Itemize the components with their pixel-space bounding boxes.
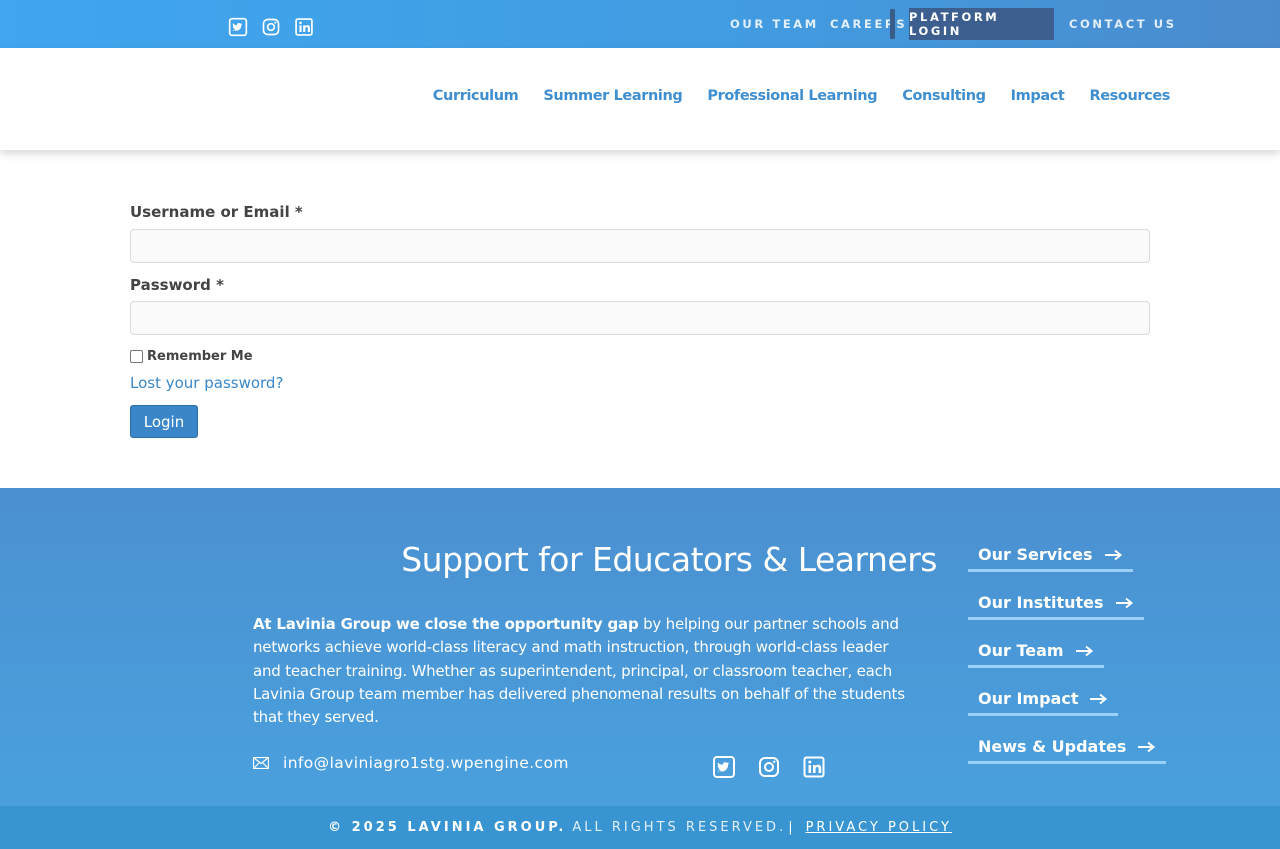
footer-intro-bold: At Lavinia Group we close the opportunit… (253, 615, 639, 633)
nav-item-summer-learning[interactable]: Summer Learning (543, 88, 682, 104)
footer-email-text: info@laviniagro1stg.wpengine.com (283, 754, 569, 772)
arrow-right-icon (1090, 693, 1108, 704)
top-social-links (228, 17, 314, 37)
remember-me-checkbox[interactable] (130, 350, 143, 363)
footer-link-label: Our Impact (978, 689, 1079, 708)
footer-link-label: Our Team (978, 641, 1064, 660)
username-label: Username or Email * (130, 203, 303, 221)
copyright-bar: © 2025 LAVINIA GROUP. ALL RIGHTS RESERVE… (0, 806, 1280, 849)
footer-link-our-team[interactable]: Our Team (968, 636, 1104, 668)
main-nav: Curriculum Summer Learning Professional … (433, 88, 1171, 104)
nav-item-consulting[interactable]: Consulting (902, 88, 986, 104)
arrow-right-icon (1075, 645, 1093, 656)
username-input[interactable] (130, 229, 1150, 263)
copyright-separator: | (788, 820, 796, 835)
lost-password-link[interactable]: Lost your password? (130, 374, 283, 392)
arrow-right-icon (1115, 597, 1133, 608)
remember-me-row: Remember Me (130, 349, 253, 364)
linkedin-icon[interactable] (802, 755, 826, 779)
password-label: Password * (130, 276, 224, 294)
footer-link-label: Our Services (978, 545, 1093, 564)
instagram-icon[interactable] (261, 17, 281, 37)
linkedin-icon[interactable] (294, 17, 314, 37)
remember-me-label: Remember Me (147, 349, 253, 364)
password-input[interactable] (130, 301, 1150, 335)
footer-social-links (712, 755, 826, 779)
instagram-icon[interactable] (757, 755, 781, 779)
footer-title: Support for Educators & Learners (401, 540, 937, 579)
footer-links: Our Services Our Institutes Our Team Our… (968, 540, 1167, 780)
privacy-policy-link[interactable]: PRIVACY POLICY (806, 820, 952, 835)
footer-email[interactable]: info@laviniagro1stg.wpengine.com (253, 754, 569, 772)
top-link-contact-us[interactable]: CONTACT US (1069, 17, 1177, 31)
top-link-our-team[interactable]: OUR TEAM (730, 17, 819, 31)
top-divider (890, 9, 895, 39)
arrow-right-icon (1138, 741, 1156, 752)
nav-item-professional-learning[interactable]: Professional Learning (707, 88, 877, 104)
nav-item-impact[interactable]: Impact (1011, 88, 1065, 104)
login-button[interactable]: Login (130, 405, 198, 438)
footer-link-label: Our Institutes (978, 593, 1104, 612)
footer-link-label: News & Updates (978, 737, 1127, 756)
twitter-icon[interactable] (712, 755, 736, 779)
arrow-right-icon (1104, 549, 1122, 560)
main-header: Curriculum Summer Learning Professional … (0, 48, 1280, 150)
footer: Support for Educators & Learners At Lavi… (0, 488, 1280, 806)
nav-item-resources[interactable]: Resources (1089, 88, 1170, 104)
top-link-careers[interactable]: CAREERS (830, 17, 907, 31)
footer-link-news-updates[interactable]: News & Updates (968, 732, 1167, 764)
footer-link-our-institutes[interactable]: Our Institutes (968, 588, 1144, 620)
footer-link-our-services[interactable]: Our Services (968, 540, 1133, 572)
nav-item-curriculum[interactable]: Curriculum (433, 88, 519, 104)
mail-icon (253, 757, 269, 769)
copyright-rights: ALL RIGHTS RESERVED. (572, 820, 787, 835)
copyright-owner: © 2025 LAVINIA GROUP. (328, 820, 567, 835)
twitter-icon[interactable] (228, 17, 248, 37)
top-bar: OUR TEAM CAREERS PLATFORM LOGIN CONTACT … (0, 0, 1280, 48)
footer-link-our-impact[interactable]: Our Impact (968, 684, 1119, 716)
footer-intro: At Lavinia Group we close the opportunit… (253, 613, 913, 729)
platform-login-button[interactable]: PLATFORM LOGIN (909, 8, 1054, 40)
